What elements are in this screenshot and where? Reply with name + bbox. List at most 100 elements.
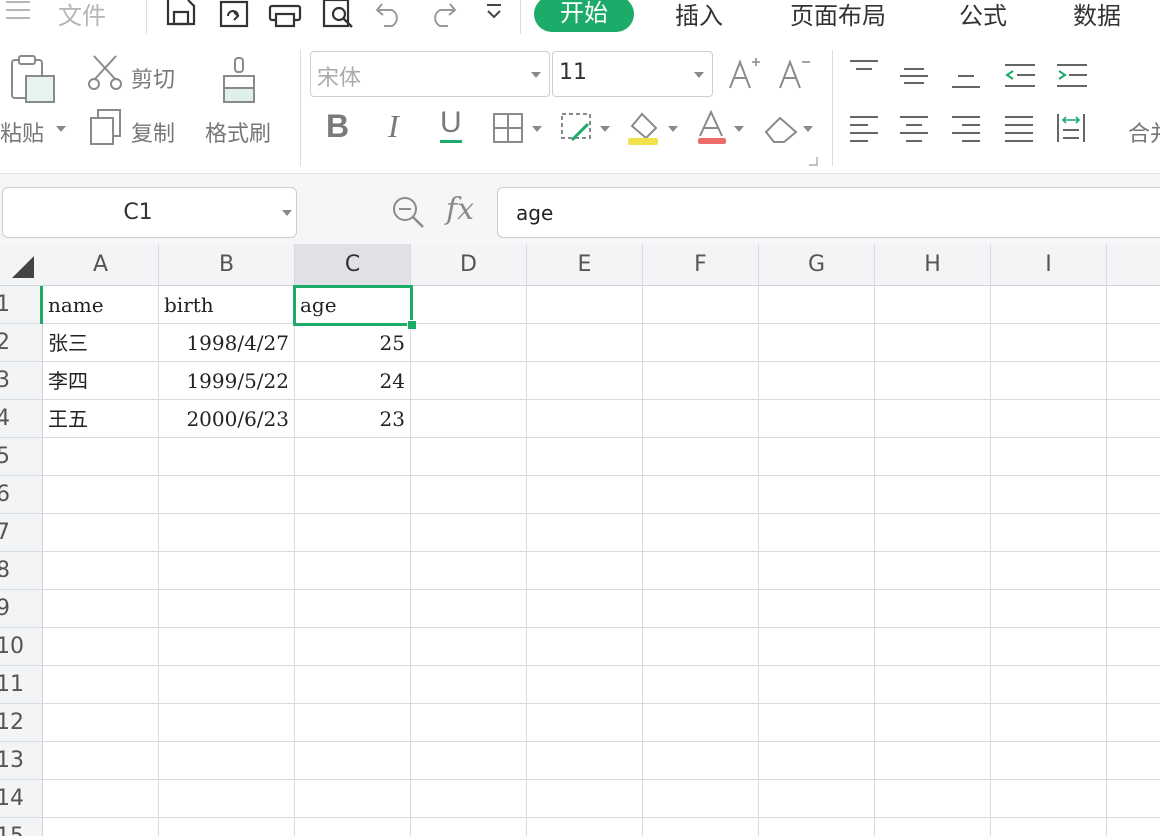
cell-b4[interactable]: 2000/6/23 <box>159 400 294 438</box>
row-header-15[interactable]: 15 <box>0 818 43 836</box>
column-header-i[interactable]: I <box>991 244 1107 286</box>
cut-button[interactable]: 剪切 <box>131 62 175 94</box>
column-gridline <box>990 286 991 836</box>
hamburger-menu-icon[interactable] <box>4 0 32 22</box>
cell-style-icon[interactable] <box>560 112 594 144</box>
row-header-1[interactable]: 1 <box>0 286 43 324</box>
decrease-font-icon[interactable] <box>778 56 812 92</box>
column-header-j[interactable] <box>1107 244 1160 286</box>
paste-button[interactable]: 粘贴 <box>0 116 44 148</box>
zoom-search-icon[interactable] <box>390 194 426 230</box>
select-all-icon[interactable] <box>10 254 36 280</box>
row-header-5[interactable]: 5 <box>0 438 43 476</box>
tab-formulas[interactable]: 公式 <box>959 0 1007 31</box>
row-header-11[interactable]: 11 <box>0 666 43 704</box>
name-box[interactable]: C1 <box>2 187 297 238</box>
column-header-e[interactable]: E <box>527 244 643 286</box>
italic-button[interactable]: I <box>388 108 399 145</box>
cell-b2[interactable]: 1998/4/27 <box>159 324 294 362</box>
cell-c2[interactable]: 25 <box>295 324 410 362</box>
column-header-h[interactable]: H <box>875 244 991 286</box>
copy-button[interactable]: 复制 <box>131 116 175 148</box>
row-header-8[interactable]: 8 <box>0 552 43 590</box>
font-name-select[interactable]: 宋体 <box>310 51 550 97</box>
fill-handle[interactable] <box>407 320 417 330</box>
paste-icon[interactable] <box>8 54 58 106</box>
formula-bar: C1 fx age <box>0 174 1160 244</box>
chevron-down-icon[interactable] <box>282 210 292 216</box>
column-header-d[interactable]: D <box>411 244 527 286</box>
row-gridline <box>43 665 1160 666</box>
row-gridline <box>43 703 1160 704</box>
cell-b3[interactable]: 1999/5/22 <box>159 362 294 400</box>
cell-style-dropdown-icon[interactable] <box>600 126 610 132</box>
underline-button[interactable]: U <box>440 106 462 143</box>
merge-button[interactable]: 合并 <box>1128 116 1160 148</box>
print-icon[interactable] <box>268 0 302 28</box>
increase-font-icon[interactable] <box>728 56 762 92</box>
redo-icon[interactable] <box>426 0 458 28</box>
cell-a2[interactable]: 张三 <box>43 324 158 362</box>
fill-color-icon[interactable] <box>626 110 662 146</box>
column-header-g[interactable]: G <box>759 244 875 286</box>
cell-a4[interactable]: 王五 <box>43 400 158 438</box>
column-header-f[interactable]: F <box>643 244 759 286</box>
copy-icon[interactable] <box>88 108 124 146</box>
align-bottom-icon[interactable] <box>950 72 984 92</box>
paste-dropdown-icon[interactable] <box>56 126 66 132</box>
more-options-icon[interactable] <box>484 2 504 22</box>
cell-c3[interactable]: 24 <box>295 362 410 400</box>
row-header-10[interactable]: 10 <box>0 628 43 666</box>
tab-home[interactable]: 开始 <box>534 0 634 32</box>
row-header-9[interactable]: 9 <box>0 590 43 628</box>
font-size-select[interactable]: 11 <box>552 51 713 97</box>
justify-icon[interactable] <box>1003 114 1037 144</box>
cell-a1[interactable]: name <box>43 286 158 324</box>
align-left-icon[interactable] <box>848 114 882 144</box>
row-header-2[interactable]: 2 <box>0 324 43 362</box>
distribute-icon[interactable] <box>1055 112 1089 144</box>
row-header-3[interactable]: 3 <box>0 362 43 400</box>
undo-icon[interactable] <box>374 0 406 28</box>
row-header-4[interactable]: 4 <box>0 400 43 438</box>
decrease-indent-icon[interactable] <box>1003 62 1037 92</box>
column-header-c[interactable]: C <box>295 244 411 286</box>
align-right-icon[interactable] <box>950 114 984 144</box>
fill-color-dropdown-icon[interactable] <box>668 126 678 132</box>
file-menu[interactable]: 文件 <box>58 0 106 31</box>
row-header-14[interactable]: 14 <box>0 780 43 818</box>
eraser-dropdown-icon[interactable] <box>803 126 813 132</box>
save-icon[interactable] <box>165 0 197 26</box>
print-preview-icon[interactable] <box>322 0 356 30</box>
column-header-b[interactable]: B <box>159 244 295 286</box>
cell-b1[interactable]: birth <box>159 286 294 324</box>
tab-page-layout[interactable]: 页面布局 <box>790 0 886 31</box>
align-center-icon[interactable] <box>898 114 932 144</box>
align-middle-icon[interactable] <box>898 64 932 88</box>
row-header-12[interactable]: 12 <box>0 704 43 742</box>
font-color-icon[interactable] <box>696 110 730 146</box>
align-top-icon[interactable] <box>848 58 882 88</box>
row-header-bar: 123456789101112131415 <box>0 286 43 836</box>
insert-function-button[interactable]: fx <box>446 192 474 227</box>
cell-c4[interactable]: 23 <box>295 400 410 438</box>
row-header-13[interactable]: 13 <box>0 742 43 780</box>
cell-a3[interactable]: 李四 <box>43 362 158 400</box>
row-header-7[interactable]: 7 <box>0 514 43 552</box>
column-header-a[interactable]: A <box>43 244 159 286</box>
formula-input[interactable]: age <box>497 187 1160 238</box>
increase-indent-icon[interactable] <box>1055 62 1089 92</box>
row-header-6[interactable]: 6 <box>0 476 43 514</box>
format-painter-button[interactable]: 格式刷 <box>205 116 271 148</box>
format-painter-icon[interactable] <box>220 56 260 106</box>
borders-dropdown-icon[interactable] <box>532 126 542 132</box>
bold-button[interactable]: B <box>326 108 349 145</box>
tab-insert[interactable]: 插入 <box>675 0 723 31</box>
font-dialog-launcher-icon[interactable] <box>808 156 818 166</box>
tab-data[interactable]: 数据 <box>1073 0 1121 31</box>
borders-icon[interactable] <box>492 112 526 144</box>
font-color-dropdown-icon[interactable] <box>734 126 744 132</box>
eraser-icon[interactable] <box>762 114 800 144</box>
export-icon[interactable] <box>218 0 252 28</box>
scissors-icon[interactable] <box>88 54 124 90</box>
